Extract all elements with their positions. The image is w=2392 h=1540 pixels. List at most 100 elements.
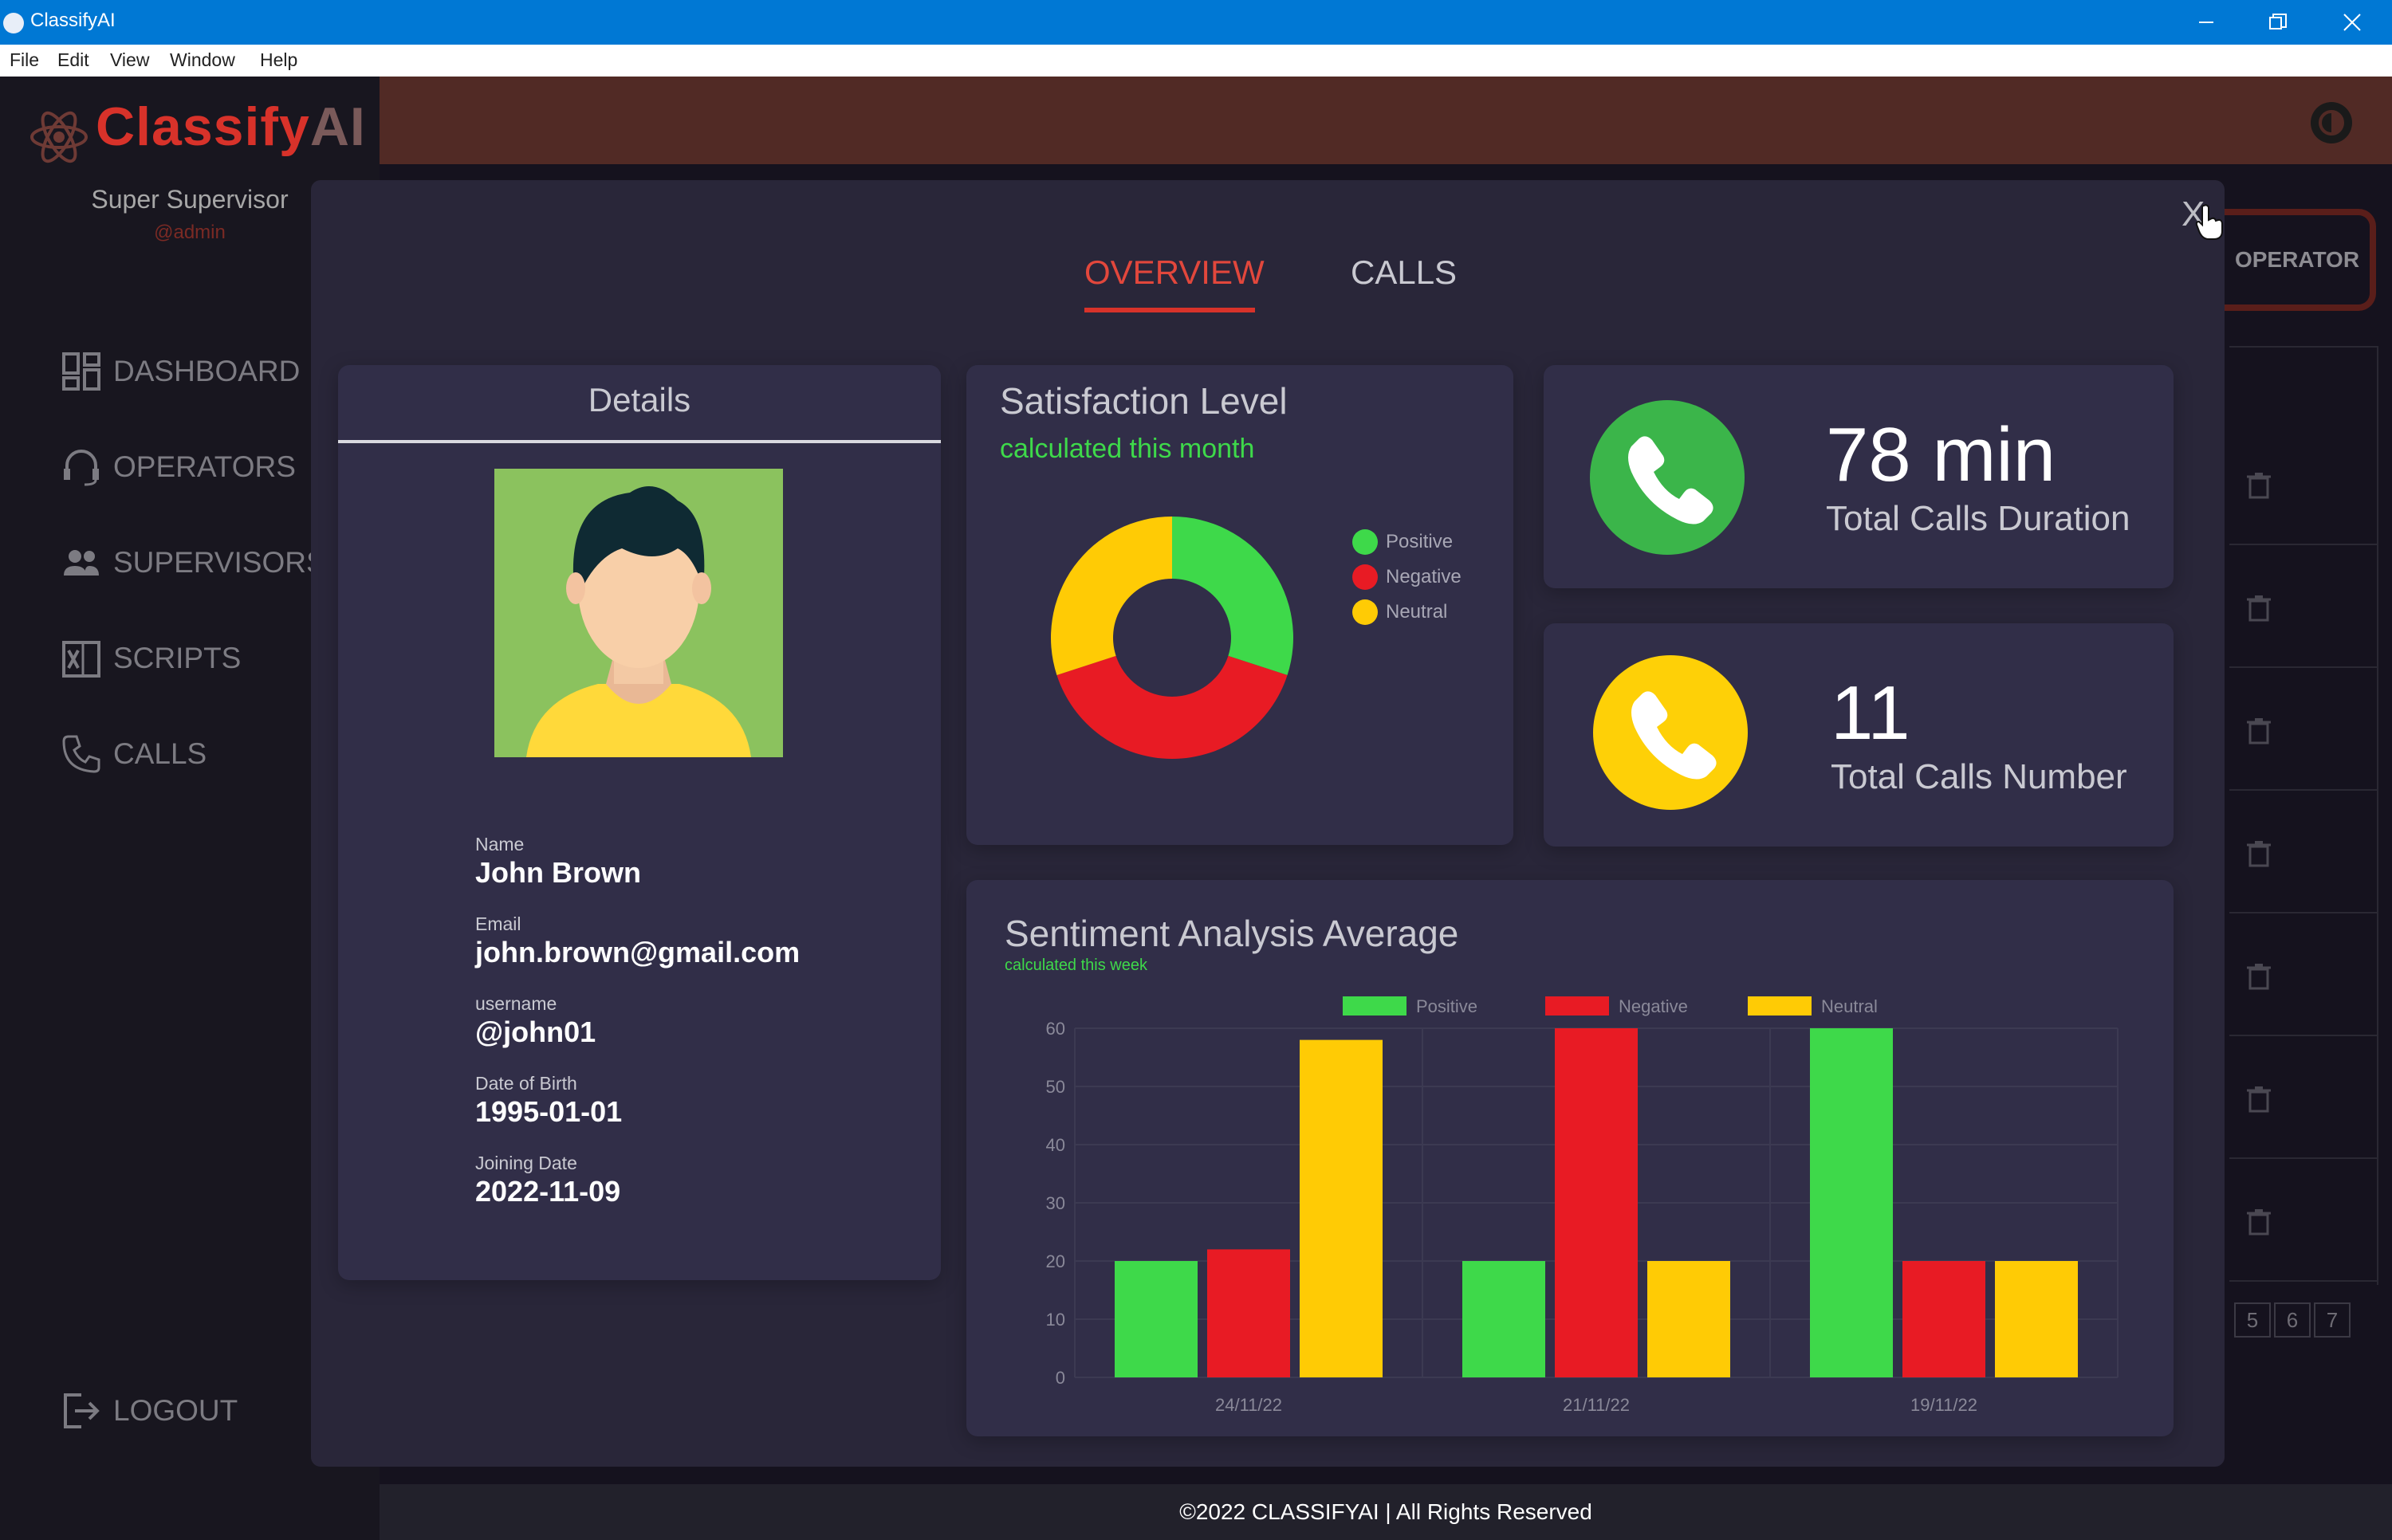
satisfaction-donut-chart bbox=[1051, 517, 1293, 759]
tab-calls[interactable]: CALLS bbox=[1351, 253, 1457, 292]
bar-positive-19/11/22 bbox=[1810, 1028, 1893, 1377]
bar-legend-swatch-negative bbox=[1545, 996, 1609, 1016]
menu-view[interactable]: View bbox=[110, 49, 149, 71]
dob-value: 1995-01-01 bbox=[475, 1095, 623, 1128]
bar-neutral-24/11/22 bbox=[1300, 1039, 1383, 1377]
calls-number-label: Total Calls Number bbox=[1831, 757, 2127, 796]
y-tick-label: 60 bbox=[1046, 1019, 1065, 1039]
sentiment-subtitle: calculated this week bbox=[1005, 957, 1147, 974]
bar-legend-swatch-positive bbox=[1343, 996, 1406, 1016]
page-5-button[interactable]: 5 bbox=[2234, 1302, 2271, 1338]
legend-neutral-label: Neutral bbox=[1386, 601, 1448, 623]
y-tick-label: 50 bbox=[1046, 1077, 1065, 1097]
top-bar bbox=[380, 77, 2392, 164]
bar-neutral-21/11/22 bbox=[1647, 1261, 1730, 1377]
sidebar-item-operators[interactable]: OPERATORS bbox=[61, 443, 296, 491]
minimize-button[interactable] bbox=[2170, 0, 2242, 45]
username-label: username bbox=[475, 993, 557, 1014]
donut-slice-negative bbox=[1056, 655, 1288, 759]
legend-negative-label: Negative bbox=[1386, 566, 1462, 587]
trash-icon[interactable] bbox=[2247, 963, 2271, 990]
window-title: ClassifyAI bbox=[30, 10, 116, 31]
tab-overview[interactable]: OVERVIEW bbox=[1084, 253, 1265, 292]
sidebar-item-label: SCRIPTS bbox=[113, 642, 242, 674]
x-tick-label: 21/11/22 bbox=[1563, 1395, 1630, 1415]
bar-neutral-19/11/22 bbox=[1995, 1261, 2078, 1377]
y-tick-label: 10 bbox=[1046, 1310, 1065, 1330]
restore-icon bbox=[2269, 14, 2287, 29]
calls-duration-label: Total Calls Duration bbox=[1826, 499, 2130, 538]
logout-label: LOGOUT bbox=[113, 1394, 238, 1427]
window-titlebar: ClassifyAI bbox=[0, 0, 2392, 45]
username-value: @john01 bbox=[475, 1016, 596, 1048]
calls-duration-value: 78 min bbox=[1826, 412, 2056, 497]
operator-avatar bbox=[494, 469, 783, 757]
satisfaction-subtitle: calculated this month bbox=[1000, 434, 1255, 464]
sidebar-item-label: OPERATORS bbox=[113, 450, 296, 483]
page-7-button[interactable]: 7 bbox=[2314, 1302, 2351, 1338]
legend-positive-swatch bbox=[1352, 529, 1378, 555]
menu-help[interactable]: Help bbox=[260, 49, 297, 71]
details-divider bbox=[338, 440, 941, 443]
joining-date-value: 2022-11-09 bbox=[475, 1175, 621, 1208]
phone-icon bbox=[62, 735, 100, 773]
sidebar-item-scripts[interactable]: SCRIPTS bbox=[61, 634, 241, 682]
minimize-icon bbox=[2199, 22, 2213, 23]
bar-negative-24/11/22 bbox=[1207, 1249, 1290, 1377]
email-label: Email bbox=[475, 913, 521, 934]
trash-icon[interactable] bbox=[2247, 717, 2271, 744]
sidebar-item-supervisors[interactable]: SUPERVISORS bbox=[61, 539, 326, 587]
name-value: John Brown bbox=[475, 856, 641, 889]
donut-slice-neutral bbox=[1051, 517, 1172, 675]
bar-legend-label-negative: Negative bbox=[1619, 996, 1688, 1016]
tab-active-underline bbox=[1084, 308, 1255, 312]
restore-button[interactable] bbox=[2242, 0, 2314, 45]
bar-legend-swatch-neutral bbox=[1748, 996, 1812, 1016]
sidebar-item-calls[interactable]: CALLS bbox=[61, 730, 207, 778]
legend-positive-label: Positive bbox=[1386, 531, 1454, 552]
dashboard-icon bbox=[62, 352, 100, 391]
window-close-button[interactable] bbox=[2316, 0, 2388, 45]
phone-icon bbox=[1593, 655, 1748, 810]
dob-label: Date of Birth bbox=[475, 1073, 577, 1094]
logout-button[interactable]: LOGOUT bbox=[61, 1387, 238, 1435]
sidebar-item-label: SUPERVISORS bbox=[113, 546, 326, 579]
donut-slice-positive bbox=[1172, 517, 1293, 675]
sidebar-item-dashboard[interactable]: DASHBOARD bbox=[61, 348, 300, 395]
page-6-button[interactable]: 6 bbox=[2274, 1302, 2311, 1338]
add-operator-button[interactable]: OPERATOR bbox=[2225, 209, 2376, 311]
bar-positive-21/11/22 bbox=[1462, 1261, 1545, 1377]
menu-file[interactable]: File bbox=[10, 49, 39, 71]
trash-icon[interactable] bbox=[2247, 1086, 2271, 1113]
trash-icon[interactable] bbox=[2247, 1208, 2271, 1236]
sidebar-item-label: CALLS bbox=[113, 737, 207, 770]
email-value: john.brown@gmail.com bbox=[475, 936, 801, 968]
legend-negative-swatch bbox=[1352, 564, 1378, 590]
x-tick-label: 24/11/22 bbox=[1215, 1395, 1282, 1415]
trash-icon[interactable] bbox=[2247, 472, 2271, 499]
calls-number-value: 11 bbox=[1831, 670, 1910, 756]
bar-negative-19/11/22 bbox=[1902, 1261, 1985, 1377]
y-tick-label: 0 bbox=[1056, 1368, 1065, 1388]
phone-icon bbox=[1590, 400, 1745, 555]
brand-name: ClassifyAI bbox=[96, 96, 366, 157]
close-icon bbox=[2343, 14, 2361, 31]
bar-legend-label-neutral: Neutral bbox=[1821, 996, 1878, 1016]
menu-edit[interactable]: Edit bbox=[57, 49, 89, 71]
legend-neutral-swatch bbox=[1352, 599, 1378, 625]
sentiment-bar-chart: Positive Negative Neutral 0 10 20 30 40 50 60 24/1… bbox=[1046, 996, 2119, 1415]
sentiment-title: Sentiment Analysis Average bbox=[1005, 913, 1459, 954]
name-label: Name bbox=[475, 834, 525, 854]
bar-legend-label-positive: Positive bbox=[1416, 996, 1477, 1016]
sidebar-item-label: DASHBOARD bbox=[113, 355, 301, 387]
details-title: Details bbox=[588, 381, 691, 418]
theme-toggle-icon[interactable] bbox=[2307, 99, 2355, 147]
trash-icon[interactable] bbox=[2247, 595, 2271, 622]
app-logo-icon bbox=[3, 13, 24, 33]
menu-window[interactable]: Window bbox=[170, 49, 235, 71]
satisfaction-title: Satisfaction Level bbox=[1000, 380, 1288, 422]
trash-icon[interactable] bbox=[2247, 840, 2271, 867]
y-tick-label: 30 bbox=[1046, 1193, 1065, 1213]
x-tick-label: 19/11/22 bbox=[1910, 1395, 1977, 1415]
joining-date-label: Joining Date bbox=[475, 1153, 577, 1173]
